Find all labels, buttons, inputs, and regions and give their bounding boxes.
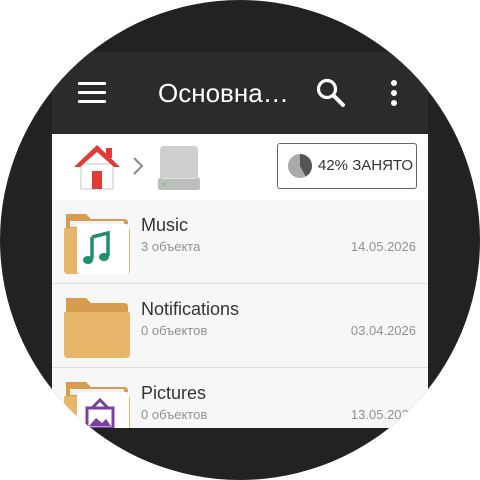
list-item[interactable]: Notifications 0 объектов 03.04.2026 [52, 284, 428, 368]
app-screen: Основная… 42% ЗАНЯТО Music 3 объекта 14.… [52, 52, 428, 428]
pictures-folder-icon [62, 372, 132, 428]
folder-date: 14.05.2026 [350, 239, 416, 254]
app-bar: Основная… [52, 52, 428, 134]
folder-date: 13.05.2026 [350, 407, 416, 422]
page-title: Основная… [158, 78, 292, 108]
folder-list: Music 3 объекта 14.05.2026 Notifications… [52, 200, 428, 428]
watch-frame: Основная… 42% ЗАНЯТО Music 3 объекта 14.… [0, 0, 480, 480]
music-folder-icon [62, 204, 132, 276]
folder-item-count: 3 объекта [141, 239, 201, 254]
storage-label: 42% ЗАНЯТО [318, 157, 414, 174]
drive-icon[interactable] [154, 142, 204, 192]
folder-item-count: 0 объектов [141, 323, 208, 338]
folder-item-count: 0 объектов [141, 407, 208, 422]
search-icon[interactable] [315, 77, 347, 109]
list-item[interactable]: Pictures 0 объектов 13.05.2026 [52, 368, 428, 428]
storage-pie-icon [288, 154, 313, 178]
more-vertical-icon[interactable] [384, 78, 404, 108]
folder-name: Pictures [141, 383, 207, 403]
hamburger-menu-icon[interactable] [78, 80, 108, 104]
home-icon[interactable] [72, 142, 122, 190]
breadcrumb: 42% ЗАНЯТО [52, 134, 428, 200]
watch-bezel: Основная… 42% ЗАНЯТО Music 3 объекта 14.… [0, 0, 480, 480]
storage-usage-button[interactable]: 42% ЗАНЯТО [277, 143, 417, 189]
list-item[interactable]: Music 3 объекта 14.05.2026 [52, 200, 428, 284]
folder-name: Music [141, 215, 189, 235]
chevron-right-icon [132, 156, 144, 176]
folder-date: 03.04.2026 [350, 323, 416, 338]
folder-name: Notifications [141, 299, 240, 319]
folder-icon [62, 288, 132, 360]
